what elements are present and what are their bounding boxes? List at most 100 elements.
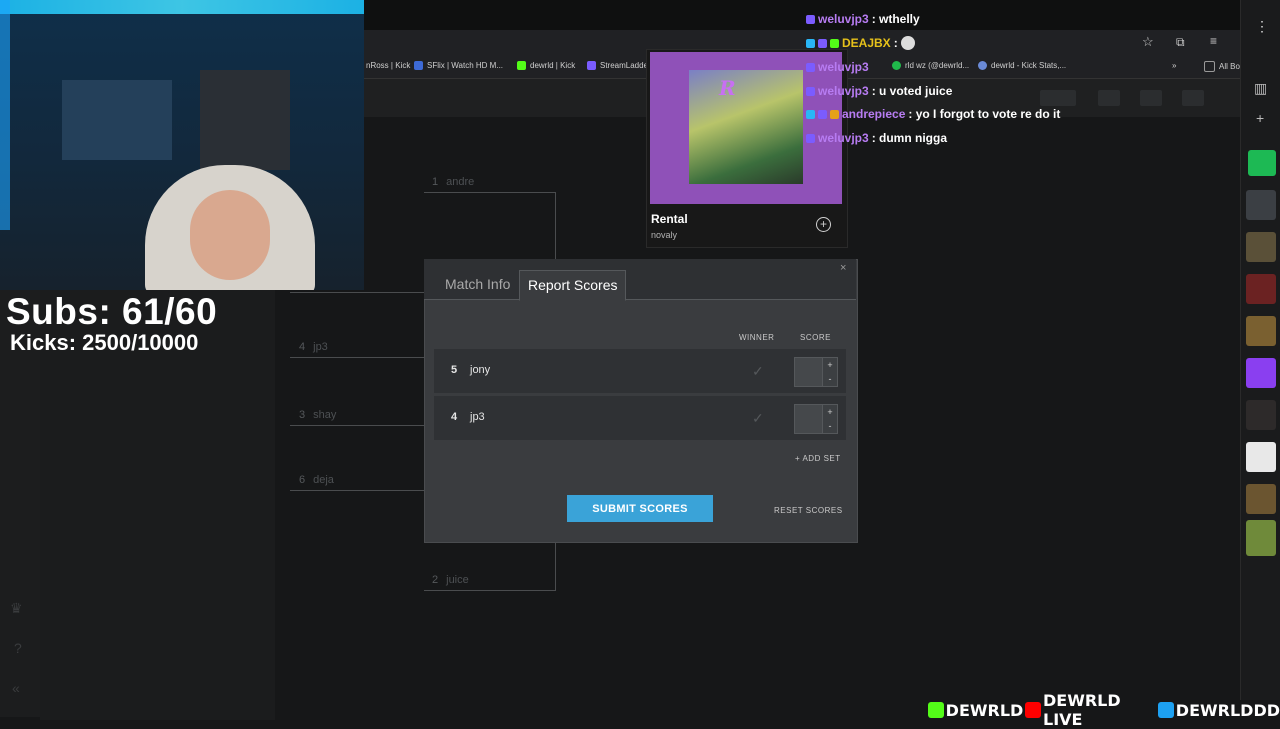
gift-badge-icon bbox=[830, 109, 839, 119]
close-icon[interactable]: × bbox=[840, 262, 846, 274]
bookmark-label: nRoss | Kick bbox=[366, 61, 411, 70]
more-bookmarks-chevron-icon[interactable]: » bbox=[1172, 61, 1176, 70]
twitter-icon bbox=[1158, 702, 1174, 718]
chat-username: DEAJBX bbox=[842, 36, 891, 50]
participant-row: 4 jp3 bbox=[434, 396, 846, 440]
crown-icon[interactable]: ♛ bbox=[10, 600, 23, 617]
led-strip bbox=[0, 0, 10, 230]
sidebar-thumbnail[interactable] bbox=[1246, 484, 1276, 514]
bookmark-label: dewrld - Kick Stats,... bbox=[991, 61, 1067, 70]
chat-message: weluvjp3 : dumn nigga bbox=[806, 131, 947, 145]
sidebar-thumbnail[interactable] bbox=[1246, 400, 1276, 430]
bookmark-item[interactable]: rld wz (@dewrld... bbox=[892, 61, 969, 70]
bracket-line bbox=[290, 357, 424, 358]
bracket-slot[interactable]: 1 andre bbox=[432, 176, 474, 188]
bracket-slot[interactable]: 2 juice bbox=[432, 574, 469, 586]
media-icon[interactable]: ≡ bbox=[1210, 34, 1217, 48]
bracket-slot[interactable]: 6 deja bbox=[299, 474, 334, 486]
save-button[interactable] bbox=[1040, 90, 1076, 106]
tab-report-scores[interactable]: Report Scores bbox=[519, 270, 627, 301]
kick-handle: DEWRLD bbox=[945, 700, 1024, 720]
bookmark-item[interactable]: nRoss | Kick bbox=[366, 61, 410, 70]
sidebar-thumbnail[interactable] bbox=[1246, 316, 1276, 346]
help-icon[interactable]: ? bbox=[14, 640, 22, 656]
seed-number: 1 bbox=[432, 176, 439, 188]
bookmark-item[interactable]: SFlix | Watch HD M... bbox=[414, 61, 503, 70]
twitter-handle: DEWRLDDD bbox=[1175, 700, 1280, 720]
score-stepper[interactable]: + - bbox=[822, 357, 838, 387]
heart-icon[interactable] bbox=[1246, 358, 1276, 388]
sub-badge-icon bbox=[818, 38, 827, 48]
seed-number: 4 bbox=[451, 411, 458, 423]
folder-icon bbox=[1204, 61, 1215, 72]
bracket-line bbox=[555, 192, 556, 262]
submit-scores-button[interactable]: SUBMIT SCORES bbox=[567, 495, 713, 522]
download-icon[interactable] bbox=[1098, 90, 1120, 106]
bracket-slot[interactable]: 4 jp3 bbox=[299, 341, 328, 353]
bracket-slot[interactable]: 3 shay bbox=[299, 409, 336, 421]
bookmark-item[interactable]: StreamLadde bbox=[587, 61, 648, 70]
participant-name: jp3 bbox=[470, 411, 485, 423]
winner-check-icon[interactable]: ✓ bbox=[752, 363, 764, 380]
kick-badge-icon bbox=[830, 38, 839, 48]
plus-circle-icon[interactable]: + bbox=[816, 217, 831, 232]
kicks-goal-text: Kicks: 2500/10000 bbox=[10, 330, 199, 355]
participant-name: jony bbox=[470, 364, 491, 376]
sidebar-thumbnail[interactable] bbox=[1246, 190, 1276, 220]
tab-match-info[interactable]: Match Info bbox=[437, 270, 518, 299]
more-icon[interactable]: ⋮ bbox=[1255, 18, 1269, 35]
score-input[interactable] bbox=[794, 357, 824, 387]
reset-scores-link[interactable]: RESET SCORES bbox=[774, 506, 843, 515]
track-title: Rental bbox=[651, 212, 688, 226]
bracket-line bbox=[290, 425, 424, 426]
chat-username: weluvjp3 bbox=[818, 60, 869, 74]
decrement-button[interactable]: - bbox=[823, 419, 837, 433]
chat-text: : u voted juice bbox=[871, 84, 953, 98]
score-stepper[interactable]: + - bbox=[822, 404, 838, 434]
increment-button[interactable]: + bbox=[823, 405, 837, 419]
score-column-header: SCORE bbox=[800, 333, 831, 342]
embed-icon[interactable] bbox=[1140, 90, 1162, 106]
sidebar-thumbnail[interactable] bbox=[1246, 520, 1276, 556]
sidebar-panel-icon[interactable]: ▥ bbox=[1254, 80, 1267, 97]
youtube-icon bbox=[1025, 702, 1041, 718]
extensions-icon[interactable]: ⧉ bbox=[1176, 35, 1185, 50]
star-icon[interactable]: ☆ bbox=[1142, 34, 1154, 50]
sidebar-thumbnail[interactable] bbox=[1246, 232, 1276, 262]
track-artist[interactable]: novaly bbox=[651, 230, 677, 240]
seed-number: 5 bbox=[451, 364, 458, 376]
bracket-line bbox=[424, 192, 556, 193]
chat-text: : dumn nigga bbox=[871, 131, 948, 145]
chat-username: weluvjp3 bbox=[818, 131, 869, 145]
chat-text: : wthelly bbox=[871, 12, 920, 26]
bookmark-item[interactable]: All Bo bbox=[1204, 61, 1240, 72]
winner-check-icon[interactable]: ✓ bbox=[752, 410, 764, 427]
sub-badge-icon bbox=[806, 38, 815, 48]
bookmark-item[interactable]: dewrld | Kick bbox=[517, 61, 575, 70]
emote-icon bbox=[900, 36, 915, 50]
add-set-link[interactable]: + ADD SET bbox=[795, 454, 841, 463]
sflix-icon bbox=[414, 61, 423, 70]
decrement-button[interactable]: - bbox=[823, 372, 837, 386]
player-name: deja bbox=[313, 474, 334, 486]
add-icon[interactable]: + bbox=[1256, 110, 1264, 126]
album-art: R bbox=[689, 70, 803, 184]
sidebar-thumbnail[interactable] bbox=[1246, 274, 1276, 304]
increment-button[interactable]: + bbox=[823, 358, 837, 372]
kick-icon bbox=[928, 702, 944, 718]
bookmark-icon[interactable] bbox=[1248, 150, 1276, 176]
chat-username: weluvjp3 bbox=[818, 84, 869, 98]
sub-badge-icon bbox=[806, 109, 815, 119]
bookmark-label: SFlix | Watch HD M... bbox=[427, 61, 504, 70]
winner-column-header: WINNER bbox=[739, 333, 775, 342]
share-icon[interactable] bbox=[1182, 90, 1204, 106]
bracket-line bbox=[555, 540, 556, 590]
collapse-icon[interactable]: « bbox=[12, 680, 20, 696]
sub-badge-icon bbox=[806, 86, 815, 96]
bookmark-item[interactable]: dewrld - Kick Stats,... bbox=[978, 61, 1066, 70]
bracket-line bbox=[424, 590, 556, 591]
led-strip bbox=[0, 0, 364, 14]
score-input[interactable] bbox=[794, 404, 824, 434]
social-links-bar: DEWRLD DEWRLD LIVE DEWRLDDD bbox=[928, 691, 1280, 729]
sidebar-thumbnail[interactable] bbox=[1246, 442, 1276, 472]
